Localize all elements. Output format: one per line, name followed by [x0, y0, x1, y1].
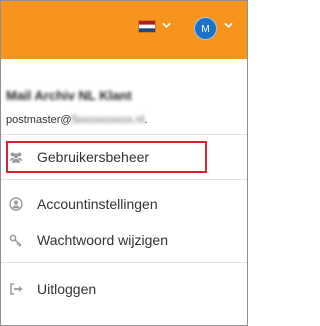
email-redacted: 5xxxxxxxxxx.nl — [71, 114, 145, 126]
top-bar: M — [1, 1, 247, 59]
account-name: Mail Archiv NL Klant — [6, 88, 132, 102]
chevron-down-icon[interactable] — [224, 22, 233, 29]
window-frame: M Mail Archiv NL Klant postmaster@5xxxxx… — [0, 0, 248, 326]
menu-item-label: Accountinstellingen — [37, 196, 158, 212]
highlight-box — [6, 141, 207, 173]
divider — [1, 262, 247, 263]
menu-item-wachtwoord-wijzigen[interactable]: Wachtwoord wijzigen — [1, 224, 247, 256]
menu-item-uitloggen[interactable]: Uitloggen — [1, 273, 247, 305]
language-selector[interactable] — [138, 20, 156, 33]
key-icon — [9, 234, 22, 247]
menu-item-label: Wachtwoord wijzigen — [37, 232, 168, 248]
account-email: postmaster@5xxxxxxxxxx.nl. — [6, 114, 147, 128]
divider — [1, 134, 247, 135]
chevron-down-icon[interactable] — [162, 22, 171, 29]
avatar[interactable]: M — [194, 17, 217, 40]
sign-out-icon — [10, 283, 23, 295]
email-end: . — [144, 114, 148, 126]
user-dropdown-menu: Mail Archiv NL Klant postmaster@5xxxxxxx… — [1, 59, 247, 325]
email-prefix: postmaster@ — [6, 114, 72, 126]
divider — [1, 179, 247, 180]
flag-netherlands-icon — [138, 20, 156, 33]
menu-item-label: Uitloggen — [37, 281, 97, 297]
user-circle-icon — [9, 197, 23, 211]
menu-item-accountinstellingen[interactable]: Accountinstellingen — [1, 188, 247, 220]
